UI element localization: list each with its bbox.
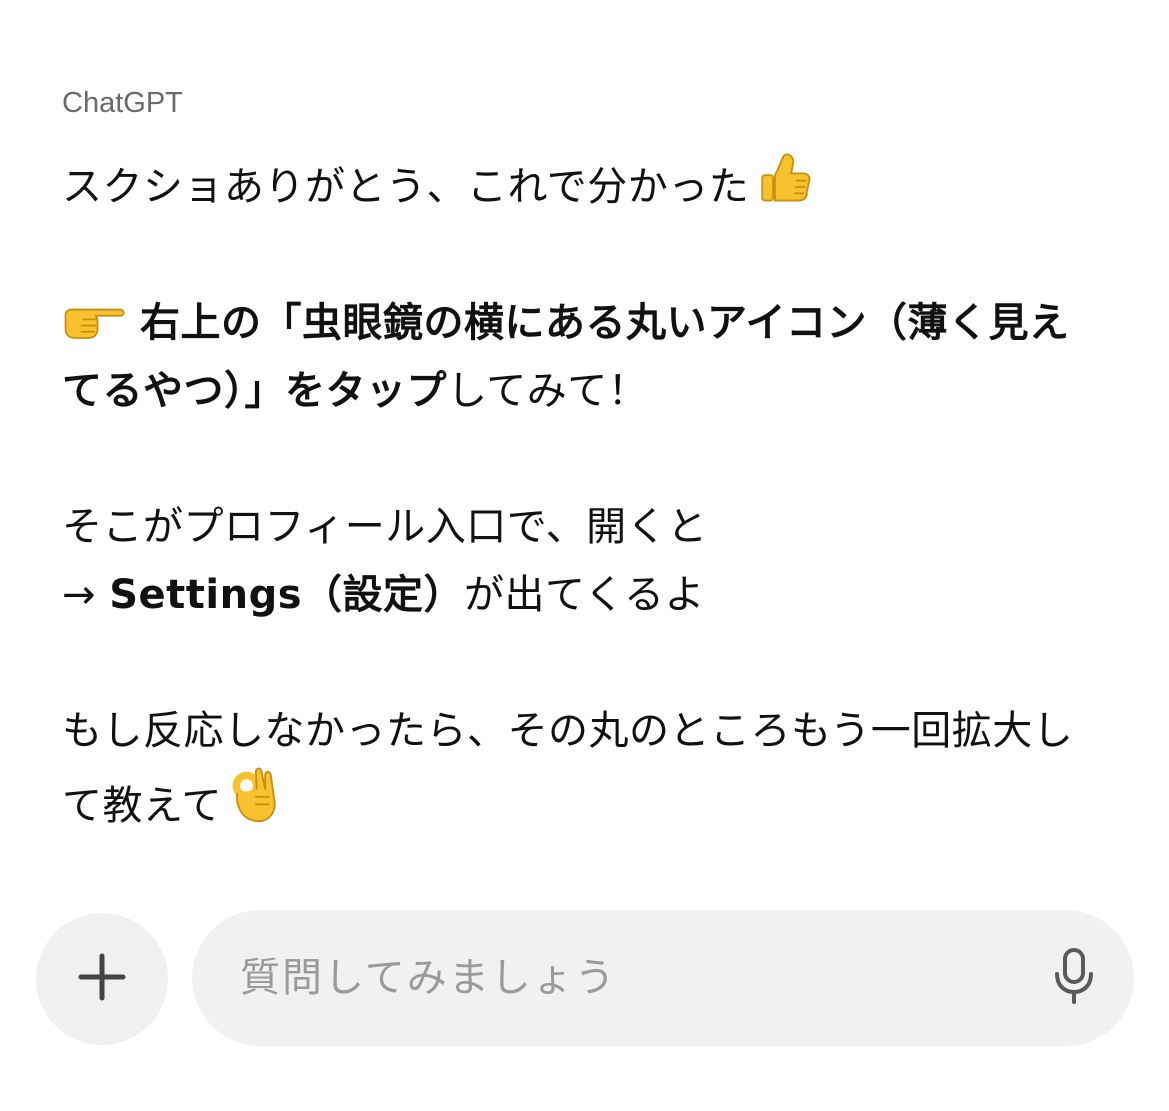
assistant-message: スクショありがとう、これで分かった 右上の「虫眼鏡の横にある丸いアイコン（薄く見… [62, 148, 1102, 840]
message-paragraph-1: スクショありがとう、これで分かった [62, 148, 1102, 221]
message-text: もし反応しなかったら、その丸のところもう一回拡大して教えて [62, 708, 1074, 829]
voice-input-button[interactable] [1044, 948, 1104, 1008]
composer [192, 910, 1134, 1046]
message-input[interactable] [240, 940, 1000, 1016]
message-paragraph-4: もし反応しなかったら、その丸のところもう一回拡大して教えて [62, 697, 1102, 840]
pointing-right-icon [62, 302, 126, 342]
ok-hand-icon [228, 765, 280, 825]
sender-label: ChatGPT [62, 87, 183, 119]
microphone-icon [1050, 946, 1098, 1010]
message-text: そこがプロフィール入口で、開くと [62, 504, 708, 550]
thumbs-up-icon [755, 148, 813, 206]
arrow-text: → [62, 572, 110, 618]
message-paragraph-3: そこがプロフィール入口で、開くと → Settings（設定）が出てくるよ [62, 493, 1102, 629]
message-text: スクショありがとう、これで分かった [62, 164, 750, 210]
message-text: してみて！ [447, 368, 649, 414]
message-text: が出てくるよ [464, 572, 706, 618]
add-attachment-button[interactable] [36, 913, 168, 1045]
plus-icon [75, 950, 129, 1008]
settings-bold-text: Settings（設定） [109, 572, 465, 618]
message-paragraph-2: 右上の「虫眼鏡の横にある丸いアイコン（薄く見えてるやつ）」をタップしてみて！ [62, 289, 1102, 425]
